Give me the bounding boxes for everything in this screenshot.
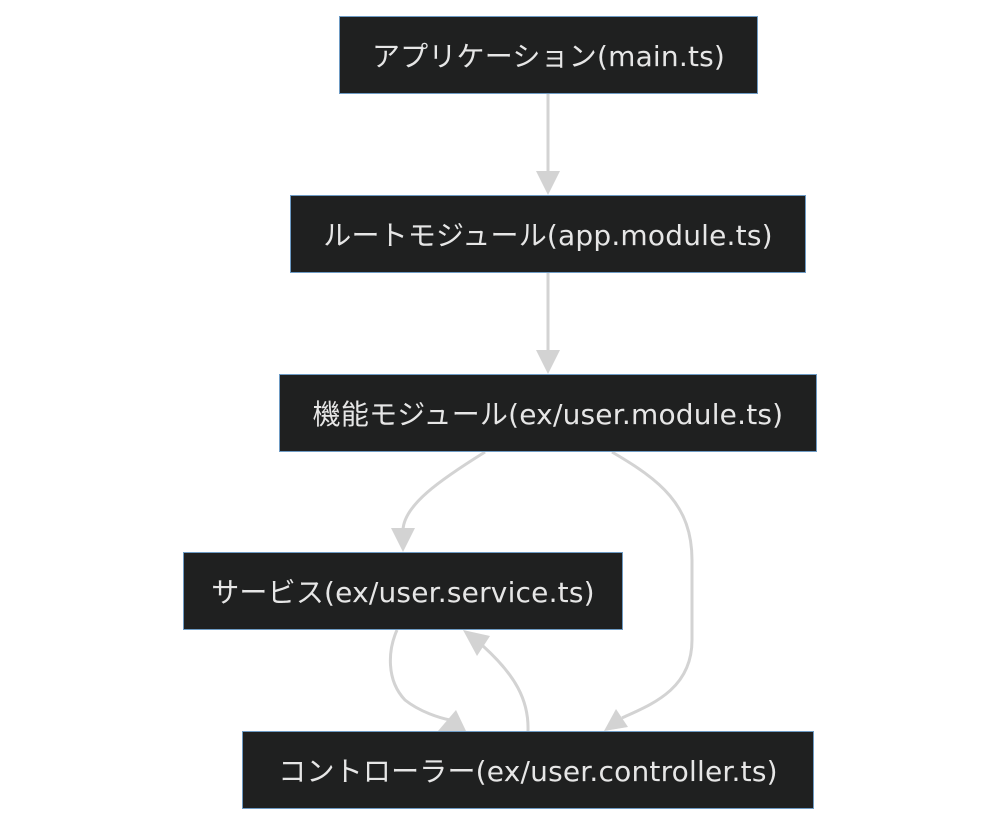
arrowhead-service-to-controller [438,710,466,731]
edge-controller-to-service [481,644,530,732]
node-application-main: アプリケーション(main.ts) [339,16,758,94]
node-root-module: ルートモジュール(app.module.ts) [290,195,806,273]
edge-feature-module-to-controller [611,450,694,720]
node-service: サービス(ex/user.service.ts) [183,552,623,630]
arrowhead-root-module-to-feature-module [536,350,560,374]
arrowhead-feature-module-to-service [391,528,415,552]
edge-feature-module-to-service [401,450,486,531]
arrowhead-controller-to-service [463,630,490,656]
node-controller: コントローラー(ex/user.controller.ts) [242,731,814,809]
arrowhead-feature-module-to-controller [604,709,628,731]
arrowhead-main-to-root-module [536,171,560,195]
flowchart: アプリケーション(main.ts) ルートモジュール(app.module.ts… [0,0,1000,826]
node-feature-module: 機能モジュール(ex/user.module.ts) [279,374,817,452]
edge-service-to-controller [388,629,451,722]
